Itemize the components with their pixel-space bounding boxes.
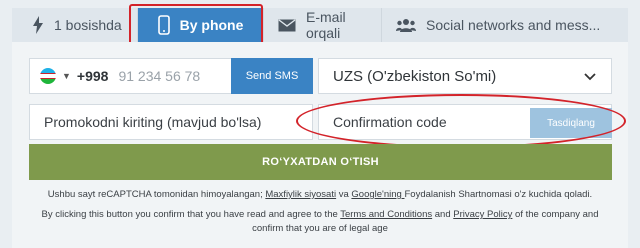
register-button[interactable]: RO‘YXATDAN O‘TISH [29, 144, 612, 180]
envelope-icon [278, 18, 296, 32]
promo-code-input[interactable]: Promokodni kiriting (mavjud bo'lsa) [29, 104, 313, 140]
confirmation-code-input[interactable]: Confirmation code Tasdiqlang [318, 104, 612, 140]
privacy-link[interactable]: Privacy Policy [453, 209, 512, 220]
phone-field: ▼ +998 Send SMS [29, 58, 313, 94]
uzbekistan-flag-icon[interactable] [40, 68, 56, 84]
tab-email[interactable]: E-mail orqali [264, 8, 382, 42]
tab-social[interactable]: Social networks and mess... [382, 8, 628, 42]
phone-icon [157, 15, 170, 35]
terms-text-2: and [432, 209, 454, 220]
terms-link[interactable]: Terms and Conditions [340, 209, 432, 220]
terms-notice: By clicking this button you confirm that… [12, 208, 628, 236]
currency-value: UZS (O'zbekiston So'mi) [333, 67, 497, 85]
tab-email-label: E-mail orqali [306, 9, 346, 41]
promo-code-placeholder: Promokodni kiriting (mavjud bo'lsa) [44, 114, 262, 130]
phone-prefix: +998 [76, 68, 109, 84]
lightning-icon [32, 16, 44, 34]
privacy-policy-link[interactable]: Maxfiylik siyosati [265, 189, 336, 200]
recaptcha-text-1: Ushbu sayt reCAPTCHA tomonidan himoyalan… [47, 189, 266, 200]
confirm-button[interactable]: Tasdiqlang [530, 108, 612, 138]
chevron-down-icon [584, 73, 596, 81]
currency-select[interactable]: UZS (O'zbekiston So'mi) [318, 58, 612, 94]
confirmation-code-placeholder: Confirmation code [333, 114, 447, 130]
recaptcha-notice: Ushbu sayt reCAPTCHA tomonidan himoyalan… [12, 188, 628, 202]
tab-social-label: Social networks and mess... [426, 17, 601, 33]
terms-text-1: By clicking this button you confirm that… [41, 209, 341, 220]
tab-one-click-label: 1 bosishda [54, 17, 122, 33]
users-icon [396, 18, 416, 32]
recaptcha-text-3: Foydalanish Shartnomasi o'z kuchida qola… [404, 189, 593, 200]
chevron-down-icon[interactable]: ▼ [62, 71, 71, 81]
send-sms-button[interactable]: Send SMS [231, 58, 313, 94]
registration-form: ▼ +998 Send SMS UZS (O'zbekiston So'mi) … [12, 42, 628, 248]
phone-input[interactable] [118, 68, 239, 84]
tab-by-phone[interactable]: By phone [138, 8, 264, 42]
tab-by-phone-label: By phone [179, 17, 244, 33]
google-link[interactable]: Google'ning [351, 189, 404, 200]
tab-one-click[interactable]: 1 bosishda [12, 8, 138, 42]
recaptcha-text-2: va [336, 189, 352, 200]
registration-tabs: 1 bosishda By phone E-mail orqali Social… [12, 8, 628, 42]
